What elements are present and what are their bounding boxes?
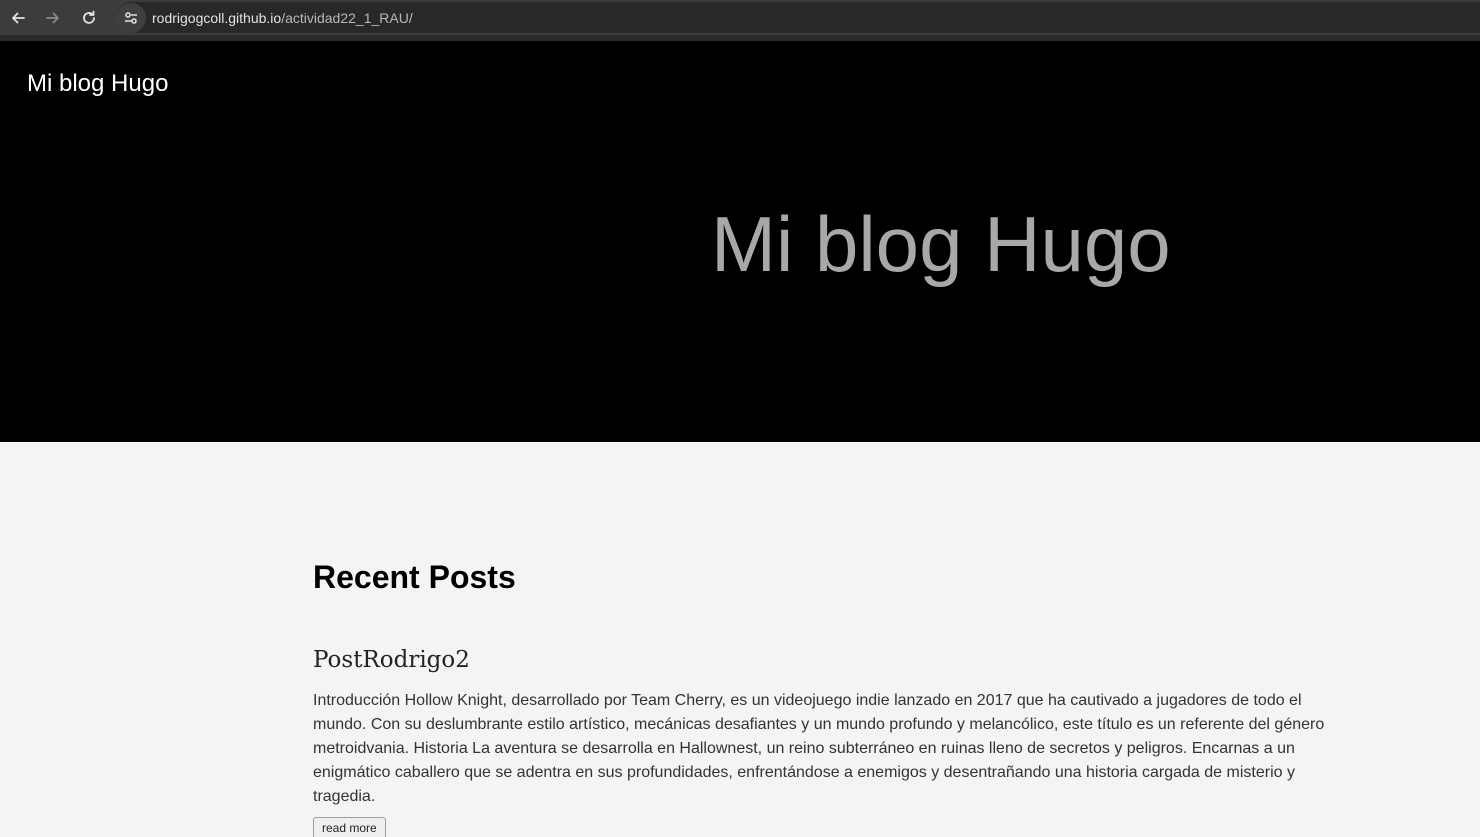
hero-banner: Mi blog Hugo Mi blog Hugo bbox=[0, 41, 1480, 442]
page-content: Mi blog Hugo Mi blog Hugo Recent Posts P… bbox=[0, 41, 1480, 837]
post-title-link[interactable]: PostRodrigo2 bbox=[313, 645, 1333, 675]
arrow-left-icon bbox=[12, 12, 25, 23]
address-bar[interactable]: rodrigogcoll.github.io/actividad22_1_RAU… bbox=[116, 2, 1480, 33]
back-button[interactable] bbox=[0, 0, 36, 35]
url-text[interactable]: rodrigogcoll.github.io/actividad22_1_RAU… bbox=[152, 10, 413, 26]
reload-button[interactable] bbox=[71, 0, 107, 35]
recent-posts-heading: Recent Posts bbox=[313, 559, 516, 595]
browser-toolbar: rodrigogcoll.github.io/actividad22_1_RAU… bbox=[0, 0, 1480, 35]
url-host: rodrigogcoll.github.io bbox=[152, 9, 282, 26]
read-more-button[interactable]: read more bbox=[313, 817, 386, 837]
arrow-right-icon bbox=[46, 12, 59, 23]
reload-icon bbox=[83, 10, 95, 24]
post-summary: Introducción Hollow Knight, desarrollado… bbox=[313, 692, 1325, 805]
tune-icon bbox=[125, 11, 137, 24]
main-content: Recent Posts PostRodrigo2 Introducción H… bbox=[313, 442, 1333, 837]
hero-title: Mi blog Hugo bbox=[711, 200, 1171, 288]
site-title-link[interactable]: Mi blog Hugo bbox=[27, 70, 168, 98]
url-path: /actividad22_1_RAU/ bbox=[281, 9, 413, 26]
site-info-button[interactable] bbox=[116, 2, 146, 33]
post-item: PostRodrigo2 Introducción Hollow Knight,… bbox=[313, 645, 1333, 837]
forward-button[interactable] bbox=[35, 0, 71, 35]
